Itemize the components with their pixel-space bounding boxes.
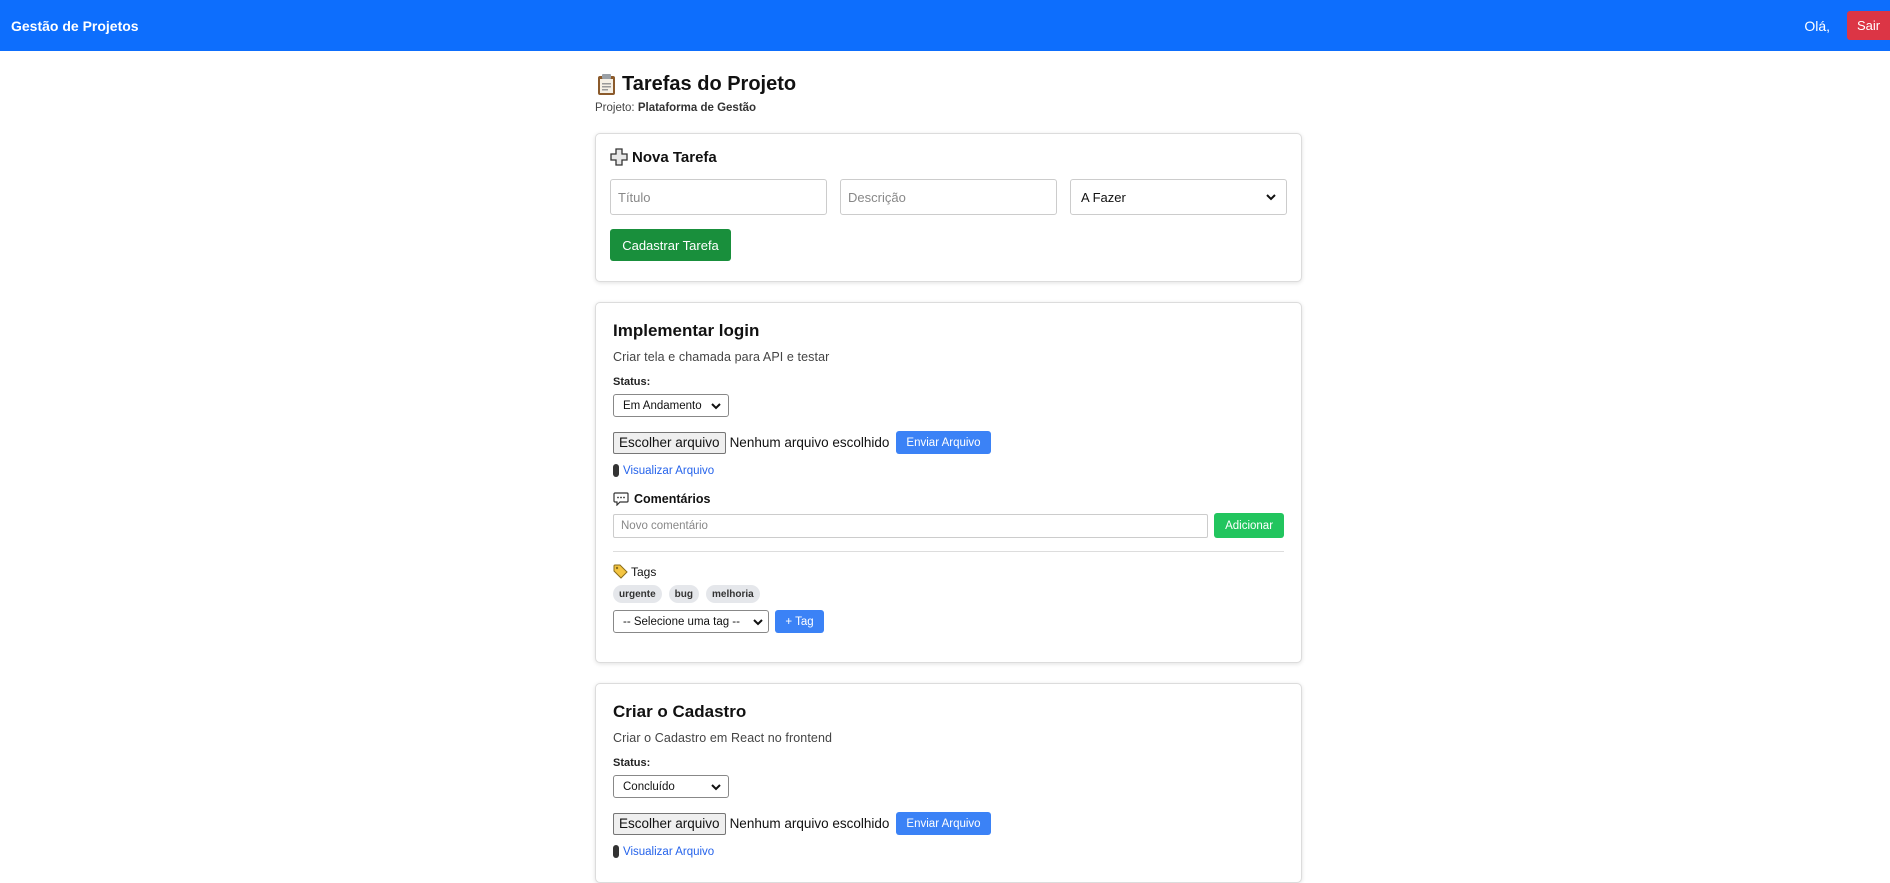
file-status: Nenhum arquivo escolhido — [729, 816, 890, 831]
task-title: Implementar login — [613, 321, 760, 340]
comments-heading-label: Comentários — [634, 492, 711, 506]
view-file-link[interactable]: Visualizar Arquivo — [613, 464, 1284, 477]
task-status-value: A Fazer — [1081, 189, 1126, 205]
view-file-link[interactable]: Visualizar Arquivo — [613, 845, 1284, 858]
comment-row: Novo comentário Adicionar — [613, 513, 1284, 538]
page-header: Tarefas do Projeto — [595, 73, 1302, 96]
new-task-heading: Nova Tarefa — [610, 148, 1287, 166]
tag-badge: melhoria — [706, 585, 760, 603]
add-tag-button[interactable]: + Tag — [775, 610, 824, 633]
choose-file-button[interactable]: Escolher arquivo — [613, 812, 726, 835]
main-content: Tarefas do Projeto Projeto: Plataforma d… — [595, 51, 1302, 883]
task-description-input[interactable]: Descrição — [840, 179, 1057, 215]
navbar-right: Olá, Sair — [1804, 0, 1890, 51]
task-title: Criar o Cadastro — [613, 702, 747, 721]
status-label: Status: — [613, 376, 651, 388]
tag-badge: bug — [668, 585, 699, 603]
task-card: Criar o Cadastro Criar o Cadastro em Rea… — [595, 683, 1302, 883]
task-status-select[interactable]: A Fazer — [1070, 179, 1287, 215]
chevron-down-icon — [1266, 194, 1276, 201]
logout-button[interactable]: Sair — [1847, 11, 1890, 40]
chevron-down-icon — [711, 402, 721, 409]
new-task-card: Nova Tarefa Título Descrição A Fazer Cad… — [595, 133, 1302, 282]
tag-add-row: -- Selecione uma tag -- + Tag — [613, 610, 1284, 633]
tag-icon — [613, 564, 628, 579]
user-greeting: Olá, — [1804, 17, 1830, 34]
tag-select[interactable]: -- Selecione uma tag -- — [613, 610, 769, 633]
speech-bubble-icon — [613, 492, 629, 506]
tag-badge: urgente — [613, 585, 662, 603]
new-task-heading-label: Nova Tarefa — [632, 148, 717, 166]
paperclip-icon — [613, 464, 619, 477]
status-value: Em Andamento — [623, 399, 702, 412]
file-status: Nenhum arquivo escolhido — [729, 435, 890, 450]
task-status-dropdown[interactable]: Concluído — [613, 775, 729, 798]
task-status-dropdown[interactable]: Em Andamento — [613, 394, 729, 417]
task-description: Criar o Cadastro em React no frontend — [613, 731, 833, 745]
status-label: Status: — [613, 757, 651, 769]
app-brand[interactable]: Gestão de Projetos — [11, 18, 139, 34]
page-title: Tarefas do Projeto — [622, 73, 797, 95]
divider — [613, 551, 1284, 552]
task-title-input[interactable]: Título — [610, 179, 827, 215]
tags-heading: Tags — [613, 564, 1284, 579]
chevron-down-icon — [711, 783, 721, 790]
clipboard-icon — [598, 74, 615, 95]
create-task-button[interactable]: Cadastrar Tarefa — [610, 229, 731, 261]
upload-file-button[interactable]: Enviar Arquivo — [896, 812, 991, 835]
project-prefix: Projeto: — [595, 102, 635, 114]
file-upload-row: Escolher arquivo Nenhum arquivo escolhid… — [613, 431, 1284, 454]
plus-icon — [610, 148, 628, 166]
task-card: Implementar login Criar tela e chamada p… — [595, 302, 1302, 663]
task-description: Criar tela e chamada para API e testar — [613, 350, 830, 364]
tag-list: urgente bug melhoria — [613, 585, 1284, 603]
view-file-label: Visualizar Arquivo — [623, 464, 715, 477]
tags-heading-label: Tags — [631, 564, 657, 579]
view-file-label: Visualizar Arquivo — [623, 845, 715, 858]
file-upload-row: Escolher arquivo Nenhum arquivo escolhid… — [613, 812, 1284, 835]
project-line: Projeto: Plataforma de Gestão — [595, 102, 1302, 114]
add-comment-button[interactable]: Adicionar — [1214, 513, 1284, 538]
comment-input[interactable]: Novo comentário — [613, 513, 1209, 538]
tag-select-value: -- Selecione uma tag -- — [623, 615, 740, 628]
project-name: Plataforma de Gestão — [637, 102, 757, 114]
comments-heading: Comentários — [613, 492, 1284, 506]
new-task-form: Título Descrição A Fazer — [610, 179, 1287, 215]
paperclip-icon — [613, 845, 619, 858]
top-navbar: Gestão de Projetos Olá, Sair — [0, 0, 1890, 51]
status-value: Concluído — [623, 780, 675, 793]
upload-file-button[interactable]: Enviar Arquivo — [896, 431, 991, 454]
chevron-down-icon — [753, 618, 763, 625]
choose-file-button[interactable]: Escolher arquivo — [613, 431, 726, 454]
